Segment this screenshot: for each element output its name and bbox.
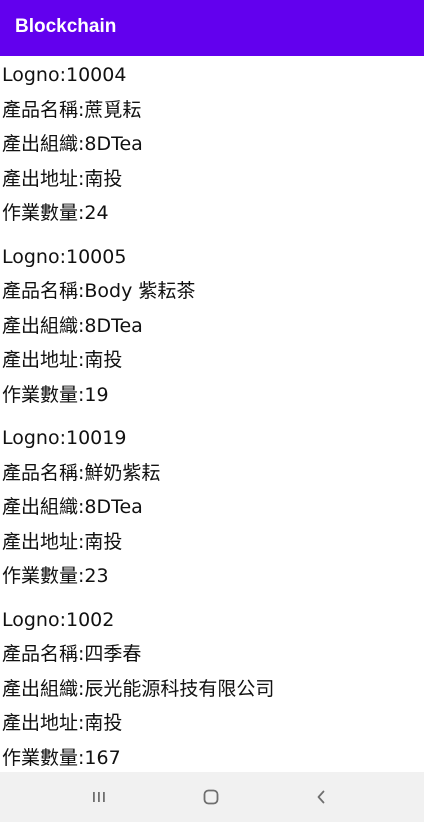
quantity-text: 作業數量:23 — [2, 565, 109, 587]
quantity-text: 作業數量:167 — [2, 746, 121, 769]
app-screen: Blockchain Logno:10004 產品名稱:蔗覓耘 產出組織:8DT… — [0, 0, 424, 822]
address-text: 產出地址:南投 — [2, 167, 123, 190]
product-name-text: 產品名稱:Body 紫耘茶 — [2, 280, 196, 302]
logno-text: Logno:10004 — [2, 64, 127, 86]
organization-text: 產出組織:8DTea — [2, 314, 143, 337]
organization-text: 產出組織:辰光能源科技有限公司 — [2, 677, 275, 700]
product-name-text: 產品名稱:四季春 — [2, 643, 142, 665]
address-text: 產出地址:南投 — [2, 712, 123, 734]
organization-text: 產出組織:8DTea — [2, 133, 143, 155]
home-icon — [202, 788, 220, 806]
logno-text: Logno:10005 — [2, 245, 127, 268]
logno-text: Logno:1002 — [2, 608, 115, 631]
recent-apps-button[interactable] — [84, 783, 114, 811]
list-item: Logno:10019 產品名稱:鮮奶紫耘 產出組織:8DTea 產出地址:南投… — [0, 421, 424, 594]
app-bar: Blockchain — [0, 0, 424, 56]
list-item: Logno:1002 產品名稱:四季春 產出組織:辰光能源科技有限公司 產出地址… — [0, 603, 424, 776]
product-name-text: 產品名稱:鮮奶紫耘 — [2, 461, 161, 484]
address-text: 產出地址:南投 — [2, 349, 123, 371]
home-button[interactable] — [196, 783, 226, 811]
quantity-text: 作業數量:24 — [2, 202, 109, 224]
system-navigation-bar — [0, 772, 424, 822]
back-button[interactable] — [306, 783, 336, 811]
list-item: Logno:10005 產品名稱:Body 紫耘茶 產出組織:8DTea 產出地… — [0, 240, 424, 413]
logno-text: Logno:10019 — [2, 427, 127, 449]
list-item: Logno:10004 產品名稱:蔗覓耘 產出組織:8DTea 產出地址:南投 … — [0, 58, 424, 231]
recent-apps-icon — [91, 789, 107, 805]
organization-text: 產出組織:8DTea — [2, 496, 143, 518]
app-title: Blockchain — [15, 16, 117, 37]
back-icon — [313, 789, 329, 805]
quantity-text: 作業數量:19 — [2, 383, 109, 406]
record-list[interactable]: Logno:10004 產品名稱:蔗覓耘 產出組織:8DTea 產出地址:南投 … — [0, 58, 424, 784]
address-text: 產出地址:南投 — [2, 530, 123, 553]
product-name-text: 產品名稱:蔗覓耘 — [2, 98, 142, 121]
